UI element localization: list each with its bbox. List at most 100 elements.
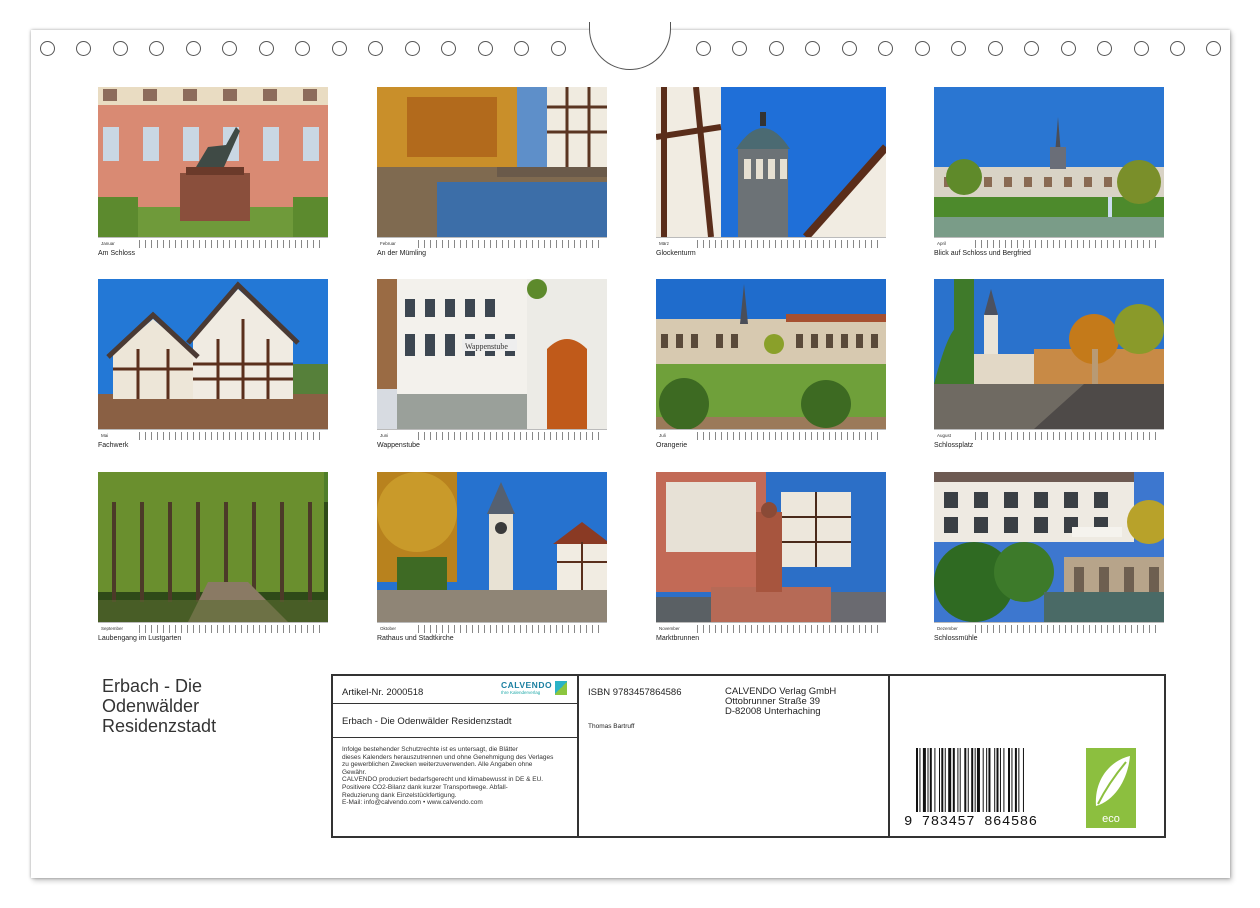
month-label: August: [937, 433, 952, 438]
binding-hole: [441, 41, 456, 56]
logo-subtext: Ihre Kalenderverlag: [501, 690, 541, 695]
binding-hole: [551, 41, 566, 56]
legal-line: Reduzierung dank Einzelstückfertigung.: [342, 791, 457, 799]
month-label: Dezember: [937, 626, 958, 631]
day-grid: [697, 431, 883, 440]
day-grid: [975, 431, 1161, 440]
calendar-day-strip: März: [656, 237, 886, 249]
day-grid: [139, 239, 325, 248]
binding-hole: [951, 41, 966, 56]
day-grid: [139, 624, 325, 633]
month-photo: Dezember: [934, 472, 1164, 634]
isbn: ISBN 9783457864586: [588, 687, 682, 698]
eco-leaf-icon: eco: [1086, 748, 1136, 828]
day-grid: [139, 431, 325, 440]
barcode-number: 9 783457 864586: [904, 814, 1038, 830]
photo-caption: Wappenstube: [377, 442, 420, 449]
photo-caption: Schlossplatz: [934, 442, 974, 449]
month-photo: September: [98, 472, 328, 634]
legal-line: Gewähr.: [342, 768, 367, 776]
day-grid: [418, 431, 604, 440]
month-label: April: [937, 241, 947, 246]
legal-line: Positivere CO2-Bilanz dank kurzer Transp…: [342, 783, 508, 791]
photo-image: [934, 472, 1164, 622]
calvendo-logo: CALVENDO Ihre Kalenderverlag: [501, 680, 568, 695]
photo-image: [98, 87, 328, 237]
photo-caption: Blick auf Schloss und Bergfried: [934, 250, 1031, 257]
month-photo: Wappenstube Juni: [377, 279, 607, 441]
photo-image: [98, 472, 328, 622]
title-line: Odenwälder: [102, 696, 200, 716]
binding-hole: [76, 41, 91, 56]
binding-hole: [1134, 41, 1149, 56]
photo-image: [656, 87, 886, 237]
legal-line: CALVENDO produziert bedarfsgerecht und k…: [342, 776, 544, 784]
month-label: Januar: [101, 241, 115, 246]
legal-line: E-Mail: info@calvendo.com • www.calvendo…: [342, 799, 483, 807]
calendar-day-strip: Februar: [377, 237, 607, 249]
article-number: Artikel-Nr. 2000518: [342, 687, 424, 698]
eco-label: eco: [1102, 813, 1120, 825]
calvendo-mark-icon: [555, 681, 568, 695]
binding-hole: [696, 41, 711, 56]
month-label: September: [101, 626, 124, 631]
barcode: [916, 748, 1024, 812]
day-grid: [418, 239, 604, 248]
photo-image: [377, 472, 607, 622]
binding-hole: [1206, 41, 1221, 56]
calendar-day-strip: Januar: [98, 237, 328, 249]
legal-line: dieses Kalenders herauszutrennen und ohn…: [342, 753, 554, 761]
photo-image: [656, 279, 886, 429]
binding-hole: [915, 41, 930, 56]
photo-caption: Am Schloss: [98, 250, 135, 257]
legal-notice: Infolge bestehender Schutzrechte ist es …: [342, 746, 578, 807]
photo-caption: Marktbrunnen: [656, 635, 700, 642]
calendar-day-strip: November: [656, 622, 886, 634]
month-label: Mai: [101, 433, 109, 438]
author: Thomas Bartruff: [588, 723, 635, 730]
calendar-day-strip: Mai: [98, 429, 328, 441]
month-photo: Juli: [656, 279, 886, 441]
month-label: Oktober: [380, 626, 397, 631]
binding-hole: [732, 41, 747, 56]
legal-line: zu gewerblichen Zwecken weiterzuverwende…: [342, 761, 533, 769]
month-label: Juni: [380, 433, 389, 438]
calendar-title: Erbach - Die Odenwälder Residenzstadt: [102, 676, 302, 736]
calendar-day-strip: April: [934, 237, 1164, 249]
photo-image: [656, 472, 886, 622]
binding-hole: [113, 41, 128, 56]
photo-caption: Rathaus und Stadtkirche: [377, 635, 454, 642]
binding-hole: [1170, 41, 1185, 56]
binding-hole: [332, 41, 347, 56]
binding-hole: [1097, 41, 1112, 56]
day-grid: [418, 624, 604, 633]
product-title: Erbach - Die Odenwälder Residenzstadt: [342, 716, 512, 727]
binding-hole: [769, 41, 784, 56]
calendar-day-strip: Juni: [377, 429, 607, 441]
month-photo: April: [934, 87, 1164, 249]
month-photo: Oktober: [377, 472, 607, 634]
calendar-day-strip: August: [934, 429, 1164, 441]
binding-hole: [368, 41, 383, 56]
day-grid: [697, 239, 883, 248]
photo-image: [934, 279, 1164, 429]
binding-hole: [878, 41, 893, 56]
photo-image: [98, 279, 328, 429]
legal-line: Infolge bestehender Schutzrechte ist es …: [342, 746, 518, 753]
binding-hole: [40, 41, 55, 56]
binding-hole: [405, 41, 420, 56]
photo-caption: Laubengang im Lustgarten: [98, 635, 182, 642]
logo-text: CALVENDO: [501, 680, 553, 690]
binding-hole: [259, 41, 274, 56]
month-photo: März: [656, 87, 886, 249]
binding-hole: [514, 41, 529, 56]
calendar-day-strip: Oktober: [377, 622, 607, 634]
calendar-day-strip: Dezember: [934, 622, 1164, 634]
month-photo: August: [934, 279, 1164, 441]
binding-hole: [295, 41, 310, 56]
month-label: März: [659, 241, 669, 246]
photo-caption: Fachwerk: [98, 442, 129, 449]
binding-hole: [1024, 41, 1039, 56]
calendar-day-strip: September: [98, 622, 328, 634]
month-label: November: [659, 626, 680, 631]
